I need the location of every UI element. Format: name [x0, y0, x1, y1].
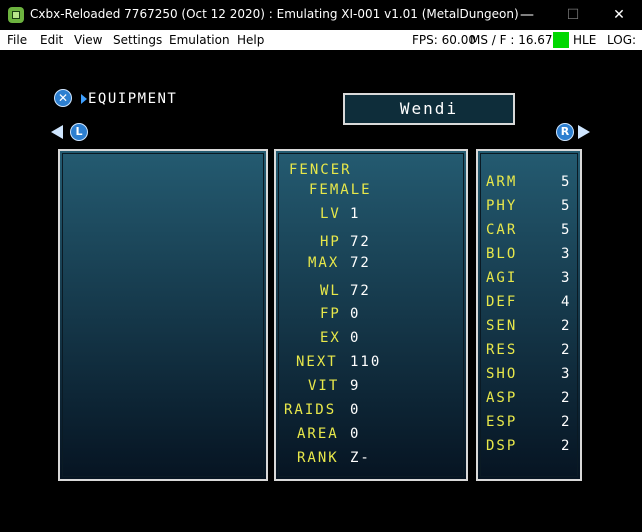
stat-value: Z- — [350, 450, 371, 466]
stat-value: 110 — [350, 354, 382, 370]
maximize-button[interactable]: ☐ — [550, 0, 596, 30]
attribute-value: 3 — [561, 366, 572, 382]
attribute-label: DEF — [486, 294, 518, 310]
status-panel: FENCER FEMALE LV 1 HP 72 MAX 72 WL 72 FP… — [274, 149, 468, 481]
stat-value: 72 — [350, 283, 371, 299]
attribute-value: 5 — [561, 198, 572, 214]
attribute-label: PHY — [486, 198, 518, 214]
fps-readout: FPS: 60.00 — [412, 33, 476, 47]
attribute-value: 3 — [561, 270, 572, 286]
attribute-label: DSP — [486, 438, 518, 454]
page-left-arrow-icon — [51, 125, 63, 139]
minimize-button[interactable]: — — [504, 0, 550, 30]
stat-value: 0 — [350, 402, 361, 418]
attribute-label: RES — [486, 342, 518, 358]
attribute-label: BLO — [486, 246, 518, 262]
stat-label: RAIDS — [284, 402, 337, 418]
game-screen[interactable]: ✕ EQUIPMENT Wendi L R FENCER FEMALE LV 1… — [0, 50, 642, 532]
hle-indicator — [553, 32, 569, 48]
equipment-panel — [58, 149, 268, 481]
r-button-icon: R — [556, 123, 574, 141]
attribute-label: SHO — [486, 366, 518, 382]
attribute-label: ESP — [486, 414, 518, 430]
attribute-label: ASP — [486, 390, 518, 406]
attribute-label: ARM — [486, 174, 518, 190]
stat-label: LV — [320, 206, 341, 222]
attribute-value: 5 — [561, 222, 572, 238]
menu-settings[interactable]: Settings — [113, 33, 162, 47]
attribute-value: 2 — [561, 342, 572, 358]
attribute-label: AGI — [486, 270, 518, 286]
stat-value: 0 — [350, 306, 361, 322]
stat-value: 1 — [350, 206, 361, 222]
attributes-panel: ARM 5 PHY 5 CAR 5 BLO 3 AGI 3 DEF 4 SEN … — [476, 149, 582, 481]
x-button-icon: ✕ — [54, 89, 72, 107]
stat-value: 0 — [350, 330, 361, 346]
stat-label: NEXT — [296, 354, 338, 370]
close-button[interactable]: ✕ — [596, 0, 642, 30]
attribute-value: 2 — [561, 390, 572, 406]
window-title: Cxbx-Reloaded 7767250 (Oct 12 2020) : Em… — [30, 7, 519, 21]
page-right-arrow-icon — [578, 125, 590, 139]
attribute-value: 2 — [561, 414, 572, 430]
l-button-icon: L — [70, 123, 88, 141]
screen-title: EQUIPMENT — [88, 91, 178, 107]
character-name-box: Wendi — [343, 93, 515, 125]
stat-label: WL — [320, 283, 341, 299]
stat-label: FP — [320, 306, 341, 322]
ms-per-frame-readout: MS / F : 16.67 — [470, 33, 553, 47]
attribute-value: 4 — [561, 294, 572, 310]
stat-label: AREA — [297, 426, 339, 442]
stat-label: MAX — [308, 255, 340, 271]
attribute-value: 2 — [561, 438, 572, 454]
stat-value: 72 — [350, 255, 371, 271]
menu-bar: File Edit View Settings Emulation Help F… — [0, 30, 642, 50]
stat-value: 9 — [350, 378, 361, 394]
attribute-value: 2 — [561, 318, 572, 334]
menu-emulation[interactable]: Emulation — [169, 33, 230, 47]
stat-value: 72 — [350, 234, 371, 250]
menu-view[interactable]: View — [74, 33, 102, 47]
stat-label: RANK — [297, 450, 339, 466]
stat-label: VIT — [308, 378, 340, 394]
stat-label: EX — [320, 330, 341, 346]
stat-value: 0 — [350, 426, 361, 442]
app-icon — [8, 7, 24, 23]
attribute-label: CAR — [486, 222, 518, 238]
title-bar[interactable]: Cxbx-Reloaded 7767250 (Oct 12 2020) : Em… — [0, 0, 642, 30]
attribute-value: 5 — [561, 174, 572, 190]
log-label[interactable]: LOG: — [607, 33, 636, 47]
hle-label: HLE — [573, 33, 597, 47]
stat-label: HP — [320, 234, 341, 250]
cursor-arrow-icon — [81, 94, 87, 104]
menu-file[interactable]: File — [7, 33, 27, 47]
menu-help[interactable]: Help — [237, 33, 264, 47]
gender-label: FEMALE — [309, 182, 372, 198]
attribute-value: 3 — [561, 246, 572, 262]
menu-edit[interactable]: Edit — [40, 33, 63, 47]
attribute-label: SEN — [486, 318, 518, 334]
class-label: FENCER — [289, 162, 352, 178]
